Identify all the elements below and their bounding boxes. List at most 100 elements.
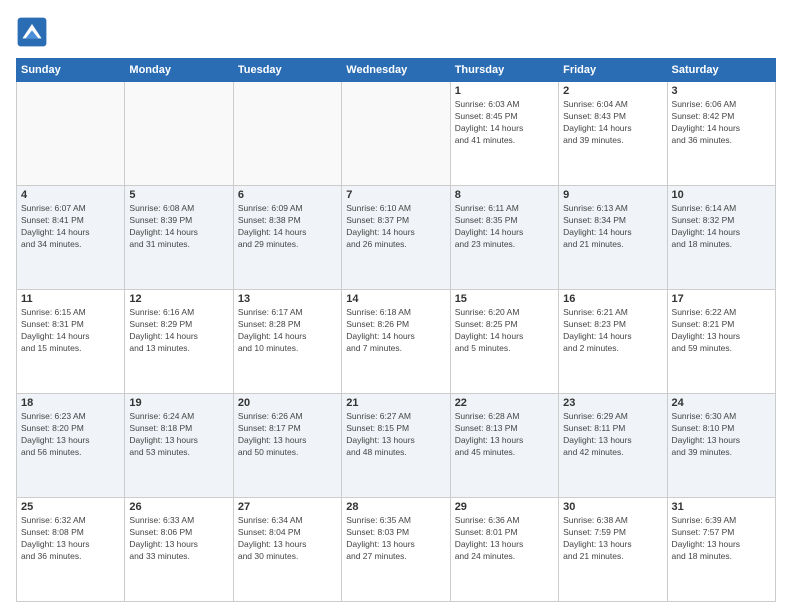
day-number: 26	[129, 501, 228, 513]
day-number: 11	[21, 293, 120, 305]
day-info: Sunrise: 6:33 AM Sunset: 8:06 PM Dayligh…	[129, 515, 228, 563]
calendar-cell: 31 Sunrise: 6:39 AM Sunset: 7:57 PM Dayli…	[667, 498, 775, 602]
calendar-cell: 3 Sunrise: 6:06 AM Sunset: 8:42 PM Daylig…	[667, 82, 775, 186]
day-info: Sunrise: 6:38 AM Sunset: 7:59 PM Dayligh…	[563, 515, 662, 563]
day-number: 3	[672, 85, 771, 97]
calendar-cell: 26 Sunrise: 6:33 AM Sunset: 8:06 PM Dayli…	[125, 498, 233, 602]
weekday-header: Thursday	[450, 59, 558, 82]
calendar: SundayMondayTuesdayWednesdayThursdayFrid…	[16, 58, 776, 602]
calendar-cell: 21 Sunrise: 6:27 AM Sunset: 8:15 PM Dayli…	[342, 394, 450, 498]
day-number: 5	[129, 189, 228, 201]
calendar-cell: 4Sunrise: 6:07 AM Sunset: 8:41 PM Daylig…	[17, 186, 125, 290]
calendar-cell: 11 Sunrise: 6:15 AM Sunset: 8:31 PM Dayli…	[17, 290, 125, 394]
page: SundayMondayTuesdayWednesdayThursdayFrid…	[0, 0, 792, 612]
day-info: Sunrise: 6:30 AM Sunset: 8:10 PM Dayligh…	[672, 411, 771, 459]
day-info: Sunrise: 6:20 AM Sunset: 8:25 PM Dayligh…	[455, 307, 554, 355]
day-info: Sunrise: 6:39 AM Sunset: 7:57 PM Dayligh…	[672, 515, 771, 563]
day-number: 22	[455, 397, 554, 409]
day-info: Sunrise: 6:24 AM Sunset: 8:18 PM Dayligh…	[129, 411, 228, 459]
day-number: 25	[21, 501, 120, 513]
day-info: Sunrise: 6:18 AM Sunset: 8:26 PM Dayligh…	[346, 307, 445, 355]
day-number: 9	[563, 189, 662, 201]
calendar-cell: 8Sunrise: 6:11 AM Sunset: 8:35 PM Daylig…	[450, 186, 558, 290]
weekday-header: Saturday	[667, 59, 775, 82]
logo-icon	[16, 16, 48, 48]
day-info: Sunrise: 6:03 AM Sunset: 8:45 PM Dayligh…	[455, 99, 554, 147]
day-info: Sunrise: 6:23 AM Sunset: 8:20 PM Dayligh…	[21, 411, 120, 459]
calendar-cell: 29 Sunrise: 6:36 AM Sunset: 8:01 PM Dayli…	[450, 498, 558, 602]
day-info: Sunrise: 6:34 AM Sunset: 8:04 PM Dayligh…	[238, 515, 337, 563]
day-number: 30	[563, 501, 662, 513]
day-info: Sunrise: 6:27 AM Sunset: 8:15 PM Dayligh…	[346, 411, 445, 459]
calendar-cell: 25 Sunrise: 6:32 AM Sunset: 8:08 PM Dayli…	[17, 498, 125, 602]
calendar-cell: 30 Sunrise: 6:38 AM Sunset: 7:59 PM Dayli…	[559, 498, 667, 602]
calendar-cell: 7 Sunrise: 6:10 AM Sunset: 8:37 PM Daylig…	[342, 186, 450, 290]
calendar-cell: 12 Sunrise: 6:16 AM Sunset: 8:29 PM Dayli…	[125, 290, 233, 394]
day-number: 31	[672, 501, 771, 513]
calendar-cell: 20 Sunrise: 6:26 AM Sunset: 8:17 PM Dayli…	[233, 394, 341, 498]
calendar-cell	[233, 82, 341, 186]
calendar-cell: 14Sunrise: 6:18 AM Sunset: 8:26 PM Dayli…	[342, 290, 450, 394]
day-number: 19	[129, 397, 228, 409]
calendar-header: SundayMondayTuesdayWednesdayThursdayFrid…	[17, 59, 776, 82]
day-info: Sunrise: 6:06 AM Sunset: 8:42 PM Dayligh…	[672, 99, 771, 147]
header	[16, 16, 776, 48]
weekday-header: Friday	[559, 59, 667, 82]
day-info: Sunrise: 6:08 AM Sunset: 8:39 PM Dayligh…	[129, 203, 228, 251]
logo	[16, 16, 52, 48]
day-info: Sunrise: 6:04 AM Sunset: 8:43 PM Dayligh…	[563, 99, 662, 147]
calendar-week: 1 Sunrise: 6:03 AM Sunset: 8:45 PM Daylig…	[17, 82, 776, 186]
calendar-cell	[342, 82, 450, 186]
weekday-header: Sunday	[17, 59, 125, 82]
day-info: Sunrise: 6:10 AM Sunset: 8:37 PM Dayligh…	[346, 203, 445, 251]
calendar-cell: 16 Sunrise: 6:21 AM Sunset: 8:23 PM Dayli…	[559, 290, 667, 394]
day-number: 7	[346, 189, 445, 201]
day-number: 15	[455, 293, 554, 305]
day-info: Sunrise: 6:22 AM Sunset: 8:21 PM Dayligh…	[672, 307, 771, 355]
day-number: 1	[455, 85, 554, 97]
calendar-cell: 5 Sunrise: 6:08 AM Sunset: 8:39 PM Daylig…	[125, 186, 233, 290]
weekday-header: Tuesday	[233, 59, 341, 82]
day-info: Sunrise: 6:07 AM Sunset: 8:41 PM Dayligh…	[21, 203, 120, 251]
day-info: Sunrise: 6:09 AM Sunset: 8:38 PM Dayligh…	[238, 203, 337, 251]
calendar-cell: 9 Sunrise: 6:13 AM Sunset: 8:34 PM Daylig…	[559, 186, 667, 290]
calendar-cell: 10 Sunrise: 6:14 AM Sunset: 8:32 PM Dayli…	[667, 186, 775, 290]
day-number: 16	[563, 293, 662, 305]
day-info: Sunrise: 6:36 AM Sunset: 8:01 PM Dayligh…	[455, 515, 554, 563]
day-info: Sunrise: 6:17 AM Sunset: 8:28 PM Dayligh…	[238, 307, 337, 355]
day-info: Sunrise: 6:14 AM Sunset: 8:32 PM Dayligh…	[672, 203, 771, 251]
calendar-week: 25 Sunrise: 6:32 AM Sunset: 8:08 PM Dayli…	[17, 498, 776, 602]
day-number: 28	[346, 501, 445, 513]
day-info: Sunrise: 6:26 AM Sunset: 8:17 PM Dayligh…	[238, 411, 337, 459]
weekday-header: Monday	[125, 59, 233, 82]
day-number: 24	[672, 397, 771, 409]
calendar-cell: 13 Sunrise: 6:17 AM Sunset: 8:28 PM Dayli…	[233, 290, 341, 394]
day-info: Sunrise: 6:21 AM Sunset: 8:23 PM Dayligh…	[563, 307, 662, 355]
calendar-cell: 28Sunrise: 6:35 AM Sunset: 8:03 PM Dayli…	[342, 498, 450, 602]
day-number: 18	[21, 397, 120, 409]
day-number: 20	[238, 397, 337, 409]
day-number: 10	[672, 189, 771, 201]
day-number: 12	[129, 293, 228, 305]
day-info: Sunrise: 6:13 AM Sunset: 8:34 PM Dayligh…	[563, 203, 662, 251]
day-info: Sunrise: 6:29 AM Sunset: 8:11 PM Dayligh…	[563, 411, 662, 459]
day-number: 13	[238, 293, 337, 305]
calendar-cell: 6 Sunrise: 6:09 AM Sunset: 8:38 PM Daylig…	[233, 186, 341, 290]
day-number: 21	[346, 397, 445, 409]
day-number: 6	[238, 189, 337, 201]
day-info: Sunrise: 6:16 AM Sunset: 8:29 PM Dayligh…	[129, 307, 228, 355]
day-info: Sunrise: 6:15 AM Sunset: 8:31 PM Dayligh…	[21, 307, 120, 355]
day-number: 27	[238, 501, 337, 513]
calendar-cell: 15 Sunrise: 6:20 AM Sunset: 8:25 PM Dayli…	[450, 290, 558, 394]
calendar-cell: 18 Sunrise: 6:23 AM Sunset: 8:20 PM Dayli…	[17, 394, 125, 498]
day-number: 29	[455, 501, 554, 513]
day-number: 17	[672, 293, 771, 305]
calendar-cell	[17, 82, 125, 186]
calendar-week: 11 Sunrise: 6:15 AM Sunset: 8:31 PM Dayli…	[17, 290, 776, 394]
calendar-cell: 23Sunrise: 6:29 AM Sunset: 8:11 PM Dayli…	[559, 394, 667, 498]
calendar-week: 18 Sunrise: 6:23 AM Sunset: 8:20 PM Dayli…	[17, 394, 776, 498]
weekday-header: Wednesday	[342, 59, 450, 82]
calendar-body: 1 Sunrise: 6:03 AM Sunset: 8:45 PM Daylig…	[17, 82, 776, 602]
day-info: Sunrise: 6:32 AM Sunset: 8:08 PM Dayligh…	[21, 515, 120, 563]
day-info: Sunrise: 6:28 AM Sunset: 8:13 PM Dayligh…	[455, 411, 554, 459]
